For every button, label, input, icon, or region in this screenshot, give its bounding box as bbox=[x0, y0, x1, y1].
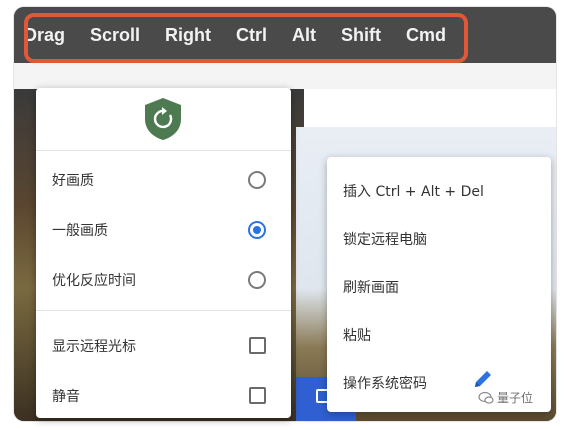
menu-item-label: 操作系统密码 bbox=[343, 376, 427, 392]
radio-button[interactable] bbox=[248, 271, 266, 289]
watermark: 量子位 bbox=[478, 389, 533, 406]
toolbar-highlight-box bbox=[24, 13, 468, 63]
quality-menu: 好画质 一般画质 优化反应时间 显示远程光标 静音 bbox=[36, 88, 291, 418]
option-normal-quality[interactable]: 一般画质 bbox=[36, 206, 291, 254]
menu-item-paste[interactable]: 粘贴 bbox=[327, 311, 551, 359]
menu-item-label: 粘贴 bbox=[343, 328, 371, 344]
menu-item-label: 插入 Ctrl + Alt + Del bbox=[343, 184, 484, 200]
remote-screen-strip bbox=[14, 63, 556, 89]
option-label: 优化反应时间 bbox=[52, 273, 136, 289]
option-optimize-response[interactable]: 优化反应时间 bbox=[36, 256, 291, 304]
system-menu: 插入 Ctrl + Alt + Del 锁定远程电脑 刷新画面 粘贴 操作系统密… bbox=[327, 157, 551, 412]
menu-item-label: 锁定远程电脑 bbox=[343, 232, 427, 248]
toggle-label: 显示远程光标 bbox=[52, 339, 136, 355]
toggle-mute[interactable]: 静音 bbox=[36, 372, 291, 420]
checkbox[interactable] bbox=[249, 387, 266, 404]
menu-item-lock-remote[interactable]: 锁定远程电脑 bbox=[327, 215, 551, 263]
pencil-icon[interactable] bbox=[472, 368, 494, 390]
chat-bubble-icon bbox=[478, 391, 494, 404]
key-toolbar: Drag Scroll Right Ctrl Alt Shift Cmd bbox=[14, 7, 556, 63]
menu-item-ctrl-alt-del[interactable]: 插入 Ctrl + Alt + Del bbox=[327, 167, 551, 215]
radio-button-selected[interactable] bbox=[248, 221, 266, 239]
toggle-show-remote-cursor[interactable]: 显示远程光标 bbox=[36, 322, 291, 370]
remote-screen-white bbox=[304, 89, 556, 129]
option-label: 一般画质 bbox=[52, 223, 108, 239]
option-good-quality[interactable]: 好画质 bbox=[36, 156, 291, 204]
watermark-text: 量子位 bbox=[497, 391, 534, 405]
menu-item-refresh[interactable]: 刷新画面 bbox=[327, 263, 551, 311]
toggle-label: 静音 bbox=[52, 389, 80, 405]
shield-refresh-icon bbox=[145, 98, 181, 140]
menu-item-label: 刷新画面 bbox=[343, 280, 399, 296]
radio-button[interactable] bbox=[248, 171, 266, 189]
menu-divider bbox=[36, 150, 291, 151]
option-label: 好画质 bbox=[52, 173, 94, 189]
checkbox[interactable] bbox=[249, 337, 266, 354]
menu-divider bbox=[36, 310, 291, 311]
